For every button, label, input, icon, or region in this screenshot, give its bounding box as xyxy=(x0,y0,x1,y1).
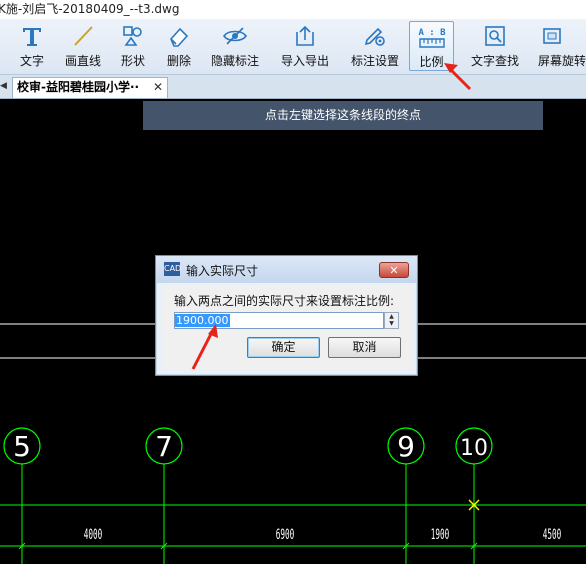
annotation-arrow-scale xyxy=(444,63,472,91)
annotation-overlay xyxy=(191,63,472,370)
annotation-arrow-input xyxy=(191,324,218,370)
